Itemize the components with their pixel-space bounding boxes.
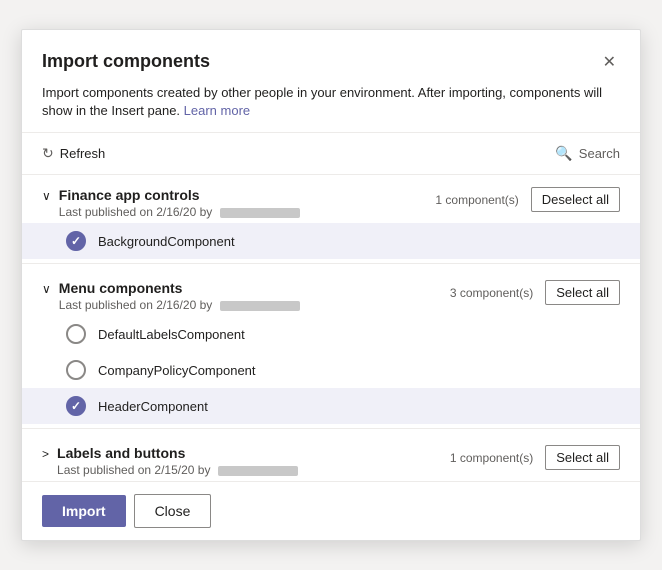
component-row-default-labels[interactable]: DefaultLabelsComponent [22,316,640,352]
group-actions-finance: 1 component(s) Deselect all [435,187,620,212]
import-button[interactable]: Import [42,495,126,527]
component-count-finance: 1 component(s) [435,193,518,207]
toolbar: ↻ Refresh 🔍 Search [22,132,640,175]
group-meta-finance: Last published on 2/16/20 by [59,205,428,219]
checkbox-background[interactable] [66,231,86,251]
group-meta-labels: Last published on 2/15/20 by [57,463,442,477]
divider-2 [22,428,640,429]
author-name-blurred-2 [220,301,300,311]
group-name-labels: Labels and buttons [57,445,442,461]
component-row-company-policy[interactable]: CompanyPolicyComponent [22,352,640,388]
component-count-menu: 3 component(s) [450,286,533,300]
component-name-default-labels: DefaultLabelsComponent [98,327,245,342]
close-icon: ✕ [603,52,616,72]
search-placeholder: Search [579,146,620,161]
component-name-header: HeaderComponent [98,399,208,414]
dialog-title: Import components [42,51,210,72]
author-name-blurred-3 [218,466,298,476]
component-name-background: BackgroundComponent [98,234,235,249]
divider-1 [22,263,640,264]
select-all-button-labels[interactable]: Select all [545,445,620,470]
component-row-header[interactable]: HeaderComponent [22,388,640,424]
close-button[interactable]: Close [134,494,212,528]
checkbox-default-labels[interactable] [66,324,86,344]
group-labels-buttons: > Labels and buttons Last published on 2… [22,433,640,481]
component-name-company-policy: CompanyPolicyComponent [98,363,256,378]
refresh-icon: ↻ [42,145,54,162]
group-meta-menu: Last published on 2/16/20 by [59,298,442,312]
dialog-header: Import components ✕ [22,30,640,84]
expand-icon-menu[interactable]: ∨ [42,282,51,296]
group-info-menu: Menu components Last published on 2/16/2… [59,280,442,312]
expand-icon-labels[interactable]: > [42,447,49,461]
learn-more-link[interactable]: Learn more [184,103,250,118]
author-name-blurred [220,208,300,218]
search-icon: 🔍 [555,145,572,162]
expand-icon-finance[interactable]: ∨ [42,189,51,203]
group-actions-menu: 3 component(s) Select all [450,280,620,305]
dialog-description: Import components created by other peopl… [22,84,640,132]
checkbox-header[interactable] [66,396,86,416]
component-count-labels: 1 component(s) [450,451,533,465]
select-all-button-menu[interactable]: Select all [545,280,620,305]
refresh-label: Refresh [60,146,106,161]
group-menu-components: ∨ Menu components Last published on 2/16… [22,268,640,316]
group-name-menu: Menu components [59,280,442,296]
group-finance-app-controls: ∨ Finance app controls Last published on… [22,175,640,223]
checkbox-company-policy[interactable] [66,360,86,380]
group-name-finance: Finance app controls [59,187,428,203]
search-wrapper: 🔍 Search [555,145,620,162]
deselect-all-button-finance[interactable]: Deselect all [531,187,620,212]
import-components-dialog: Import components ✕ Import components cr… [21,29,641,541]
dialog-footer: Import Close [22,481,640,540]
close-icon-button[interactable]: ✕ [599,48,620,76]
group-actions-labels: 1 component(s) Select all [450,445,620,470]
group-info-finance: Finance app controls Last published on 2… [59,187,428,219]
group-info-labels: Labels and buttons Last published on 2/1… [57,445,442,477]
refresh-button[interactable]: ↻ Refresh [42,141,105,166]
component-row-background[interactable]: BackgroundComponent [22,223,640,259]
content-area: ∨ Finance app controls Last published on… [22,175,640,481]
